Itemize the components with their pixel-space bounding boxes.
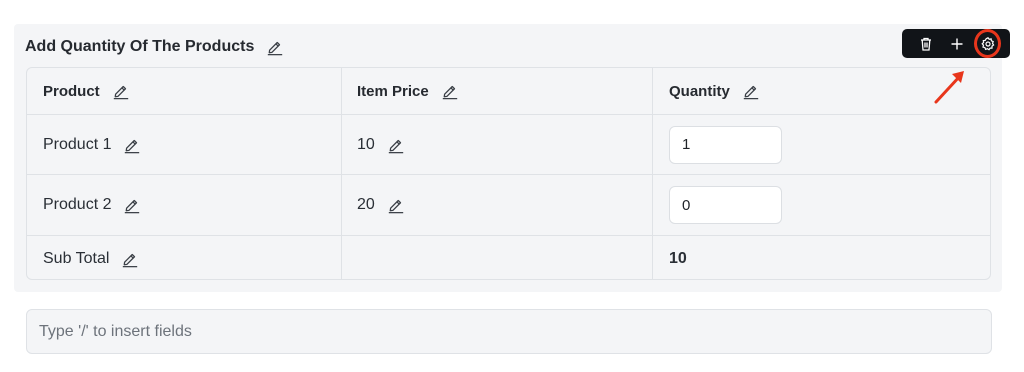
item-price: 10 [357, 135, 375, 153]
table-row: Product 1 10 [27, 115, 990, 175]
edit-price-pencil-icon[interactable] [387, 136, 405, 154]
edit-header-pencil-icon[interactable] [441, 82, 459, 100]
header-item-price: Item Price [357, 68, 459, 114]
product-cell: Product 2 [43, 175, 141, 235]
plus-icon [951, 38, 962, 49]
edit-product-pencil-icon[interactable] [123, 136, 141, 154]
subtotal-label: Sub Total [43, 249, 110, 267]
trash-icon [920, 37, 931, 51]
highlight-ring [974, 29, 1001, 58]
settings-button[interactable] [972, 29, 1003, 58]
edit-product-pencil-icon[interactable] [123, 196, 141, 214]
delete-button[interactable] [910, 29, 941, 58]
header-quantity-label: Quantity [669, 82, 730, 100]
edit-header-pencil-icon[interactable] [742, 82, 760, 100]
quantity-input[interactable] [669, 186, 782, 224]
products-table: Product Item Price Quantity Product 1 10 [26, 67, 991, 280]
insert-fields-placeholder: Type '/' to insert fields [39, 322, 192, 340]
quantity-cell [669, 115, 782, 174]
price-cell: 10 [357, 115, 405, 174]
product-name: Product 1 [43, 135, 112, 153]
item-price: 20 [357, 196, 375, 213]
product-cell: Product 1 [43, 115, 141, 174]
edit-price-pencil-icon[interactable] [387, 196, 405, 214]
header-quantity: Quantity [669, 68, 760, 114]
subtotal-value-cell: 10 [669, 236, 687, 279]
products-block: Add Quantity Of The Products Product Ite… [14, 24, 1010, 292]
add-button[interactable] [941, 29, 972, 58]
edit-subtotal-pencil-icon[interactable] [121, 250, 139, 268]
product-name: Product 2 [43, 196, 112, 213]
block-toolbar [902, 29, 1010, 58]
table-header-row: Product Item Price Quantity [27, 68, 990, 115]
block-title: Add Quantity Of The Products [25, 37, 284, 57]
quantity-cell [669, 175, 782, 235]
subtotal-row: Sub Total 10 [27, 236, 990, 279]
table-row: Product 2 20 [27, 175, 990, 236]
header-item-price-label: Item Price [357, 82, 429, 100]
insert-fields-input[interactable]: Type '/' to insert fields [26, 309, 992, 354]
edit-title-pencil-icon[interactable] [266, 38, 284, 56]
header-product-label: Product [43, 82, 100, 100]
edit-header-pencil-icon[interactable] [112, 82, 130, 100]
block-title-text: Add Quantity Of The Products [25, 38, 255, 55]
price-cell: 20 [357, 175, 405, 235]
quantity-input[interactable] [669, 125, 782, 164]
subtotal-label-cell: Sub Total [43, 236, 139, 279]
subtotal-value: 10 [669, 249, 687, 267]
header-product: Product [43, 68, 130, 114]
